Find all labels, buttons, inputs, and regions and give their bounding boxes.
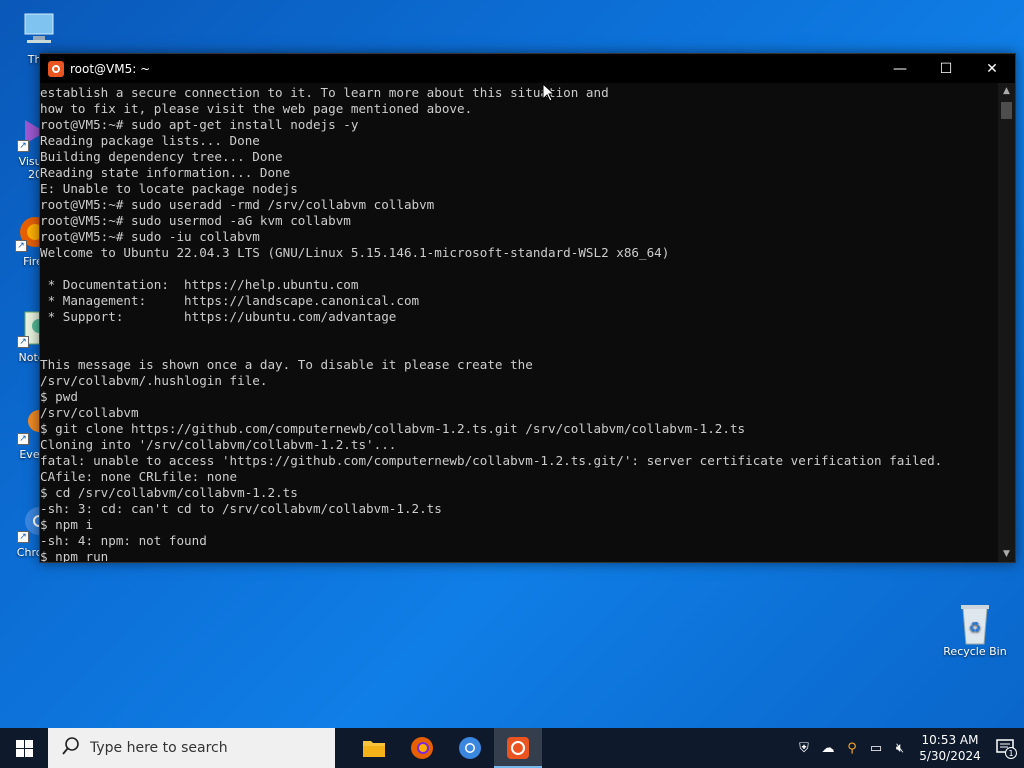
search-tray-icon[interactable]: ⚲: [840, 741, 864, 756]
terminal-line: /srv/collabvm: [40, 405, 139, 420]
terminal-line: * Support: https://ubuntu.com/advantage: [40, 309, 397, 324]
taskbar-search-box[interactable]: Type here to search: [48, 728, 335, 768]
scrollbar-thumb[interactable]: [1001, 102, 1012, 119]
terminal-line: $ npm i: [40, 517, 94, 532]
taskbar-file-explorer[interactable]: [350, 728, 398, 768]
terminal-line: Building dependency tree... Done: [40, 149, 283, 164]
network-icon[interactable]: ☁: [816, 741, 840, 756]
terminal-text: establish a secure connection to it. To …: [40, 83, 998, 562]
start-button[interactable]: [0, 728, 48, 768]
clock-time: 10:53 AM: [921, 733, 979, 747]
close-button[interactable]: ✕: [969, 54, 1015, 83]
terminal-line: * Documentation: https://help.ubuntu.com: [40, 277, 359, 292]
terminal-line: how to fix it, please visit the web page…: [40, 101, 473, 116]
ubuntu-icon: [48, 60, 64, 77]
terminal-line: CAfile: none CRLfile: none: [40, 469, 238, 484]
minimize-button[interactable]: —: [877, 54, 923, 83]
terminal-line: E: Unable to locate package nodejs: [40, 181, 298, 196]
vertical-scrollbar[interactable]: ▲ ▼: [998, 83, 1015, 562]
taskbar-chromium[interactable]: [446, 728, 494, 768]
terminal-line: * Management: https://landscape.canonica…: [40, 293, 420, 308]
search-placeholder: Type here to search: [90, 740, 228, 756]
scroll-up-icon[interactable]: ▲: [998, 83, 1015, 99]
terminal-line: Reading package lists... Done: [40, 133, 260, 148]
clock-date: 5/30/2024: [919, 749, 981, 763]
search-icon: [62, 737, 80, 759]
volume-muted-icon[interactable]: 🔇︎: [888, 741, 912, 756]
clock[interactable]: 10:53 AM 5/30/2024: [912, 732, 988, 764]
terminal-window[interactable]: root@VM5: ~ — ☐ ✕ establish a secure con…: [39, 53, 1016, 563]
folder-icon: [363, 741, 385, 757]
terminal-line: $ cd /srv/collabvm/collabvm-1.2.ts: [40, 485, 298, 500]
window-titlebar[interactable]: root@VM5: ~ — ☐ ✕: [40, 54, 1015, 83]
terminal-line: Cloning into '/srv/collabvm/collabvm-1.2…: [40, 437, 397, 452]
security-icon[interactable]: ⛨: [792, 741, 816, 756]
mouse-cursor-icon: [542, 83, 554, 102]
svg-text:♻: ♻: [969, 620, 982, 636]
terminal-line: root@VM5:~# sudo usermod -aG kvm collabv…: [40, 213, 351, 228]
notification-count: 1: [1008, 749, 1013, 758]
terminal-line: -sh: 3: cd: can't cd to /srv/collabvm/co…: [40, 501, 442, 516]
system-tray: ⛨ ☁ ⚲ ▭ 🔇︎ 10:53 AM 5/30/2024 1: [792, 728, 1024, 768]
scroll-down-icon[interactable]: ▼: [998, 546, 1015, 562]
taskbar-firefox[interactable]: [398, 728, 446, 768]
taskbar-ubuntu-terminal[interactable]: [494, 728, 542, 768]
notification-icon: 1: [996, 739, 1017, 759]
computer-icon: [19, 10, 59, 50]
firefox-icon: [411, 737, 433, 759]
terminal-line: $ npm run: [40, 549, 109, 562]
chromium-icon: [459, 737, 481, 759]
terminal-line: root@VM5:~# sudo apt-get install nodejs …: [40, 117, 359, 132]
terminal-line: root@VM5:~# sudo -iu collabvm: [40, 229, 260, 244]
taskbar: Type here to search ⛨ ☁ ⚲ ▭ 🔇︎ 10:53 AM …: [0, 728, 1024, 768]
terminal-line: Welcome to Ubuntu 22.04.3 LTS (GNU/Linux…: [40, 245, 670, 260]
windows-logo-icon: [15, 739, 33, 757]
maximize-button[interactable]: ☐: [923, 54, 969, 83]
terminal-line: $ pwd: [40, 389, 78, 404]
recycle-bin-icon: ♻: [955, 602, 995, 645]
terminal-line: establish a secure connection to it. To …: [40, 85, 609, 100]
display-icon[interactable]: ▭: [864, 741, 888, 756]
terminal-output[interactable]: establish a secure connection to it. To …: [40, 83, 998, 562]
window-title: root@VM5: ~: [70, 61, 151, 76]
terminal-line: fatal: unable to access 'https://github.…: [40, 453, 943, 468]
terminal-line: /srv/collabvm/.hushlogin file.: [40, 373, 268, 388]
notification-center-button[interactable]: 1: [988, 728, 1024, 768]
terminal-line: $ git clone https://github.com/computern…: [40, 421, 746, 436]
desktop-icon-recycle-bin[interactable]: ♻ Recycle Bin: [940, 602, 1010, 658]
terminal-line: Reading state information... Done: [40, 165, 291, 180]
terminal-line: This message is shown once a day. To dis…: [40, 357, 533, 372]
terminal-line: -sh: 4: npm: not found: [40, 533, 207, 548]
ubuntu-icon: [507, 737, 529, 759]
terminal-line: root@VM5:~# sudo useradd -rmd /srv/colla…: [40, 197, 435, 212]
